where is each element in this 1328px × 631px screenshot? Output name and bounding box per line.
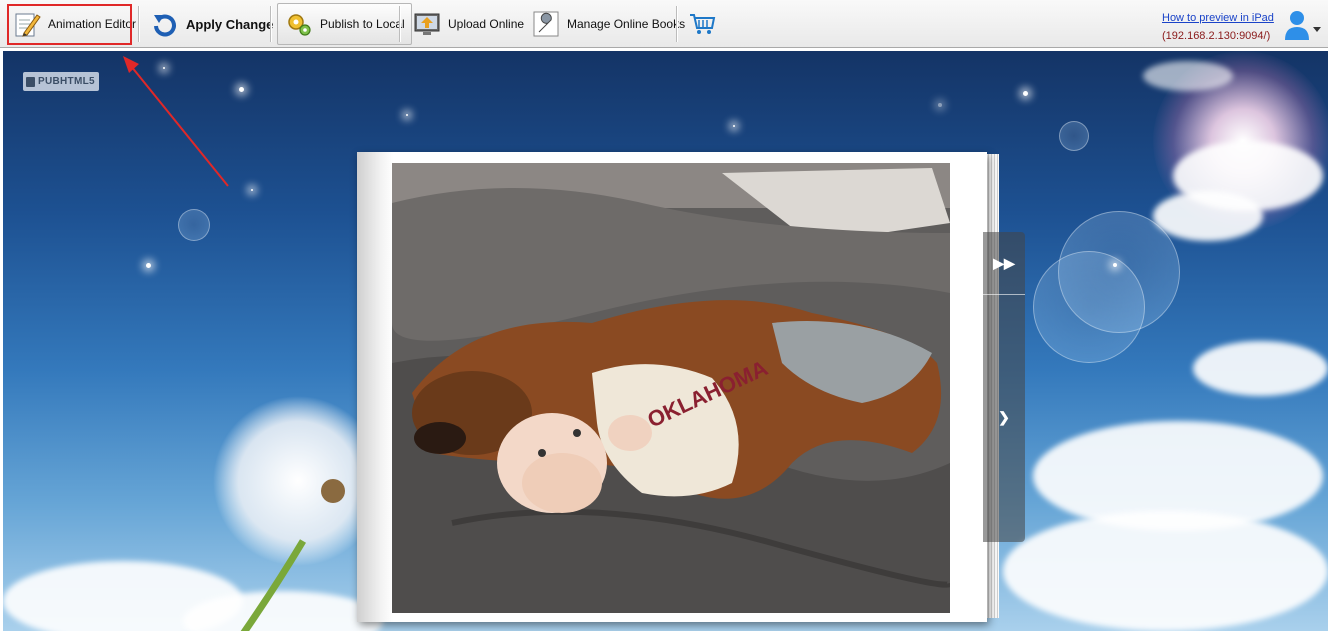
manage-online-books-label: Manage Online Books [567, 17, 686, 31]
publish-to-local-button[interactable]: Publish to Local [277, 3, 412, 45]
next-page-icon: ❯ [998, 408, 1010, 425]
star [146, 263, 151, 268]
flipbook-stage: PUBHTML5 OKLAHOMA ▶▶ ❯ [3, 51, 1328, 631]
chevron-down-icon [1313, 27, 1321, 32]
star [1023, 91, 1028, 96]
upload-monitor-icon [412, 9, 442, 39]
toolbar-separator [676, 6, 678, 42]
pubhtml5-logo: PUBHTML5 [23, 72, 99, 91]
star [938, 103, 942, 107]
book-spine [357, 152, 393, 622]
gear-publish-icon [284, 9, 314, 39]
book-logo-icon [26, 76, 35, 87]
user-icon [1285, 11, 1321, 40]
star [406, 114, 408, 116]
lens-flare [178, 209, 210, 241]
apply-change-button[interactable]: Apply Change [150, 3, 273, 45]
manage-online-books-button[interactable]: Manage Online Books [531, 3, 685, 45]
last-page-icon: ▶▶ [993, 254, 1015, 271]
dandelion-image [213, 396, 363, 631]
upload-online-button[interactable]: Upload Online [412, 3, 524, 45]
lens-flare [1033, 251, 1145, 363]
cloud [1003, 511, 1328, 631]
cloud [1193, 341, 1328, 396]
lens-flare [1059, 121, 1089, 151]
last-page-button[interactable]: ▶▶ [983, 243, 1025, 283]
cloud [1153, 191, 1263, 241]
main-toolbar: Animation Editor Apply Change Publish to… [0, 0, 1328, 48]
wrench-icon [531, 9, 561, 39]
star [733, 125, 735, 127]
highlight-box [7, 4, 132, 45]
toolbar-separator [399, 6, 401, 42]
page-photo-baby-and-dog: OKLAHOMA [392, 163, 950, 613]
refresh-arrow-icon [150, 9, 180, 39]
toolbar-separator [270, 6, 272, 42]
shopping-cart-button[interactable] [688, 3, 724, 45]
annotation-arrow [123, 56, 229, 187]
logo-text: PUBHTML5 [38, 76, 95, 87]
toolbar-separator [138, 6, 140, 42]
page-nav-panel: ▶▶ ❯ [983, 232, 1025, 542]
apply-change-label: Apply Change [186, 16, 274, 32]
publish-to-local-label: Publish to Local [320, 17, 405, 31]
preview-ip-address: (192.168.2.130:9094/) [1162, 30, 1271, 42]
shopping-cart-icon [688, 9, 718, 39]
upload-online-label: Upload Online [448, 17, 525, 31]
cloud [1143, 61, 1233, 91]
star [251, 189, 253, 191]
nav-divider [983, 294, 1025, 295]
preview-ipad-link[interactable]: How to preview in iPad [1162, 12, 1274, 24]
next-page-button[interactable]: ❯ [983, 397, 1025, 437]
star [1113, 263, 1117, 267]
user-menu-button[interactable] [1284, 9, 1321, 41]
